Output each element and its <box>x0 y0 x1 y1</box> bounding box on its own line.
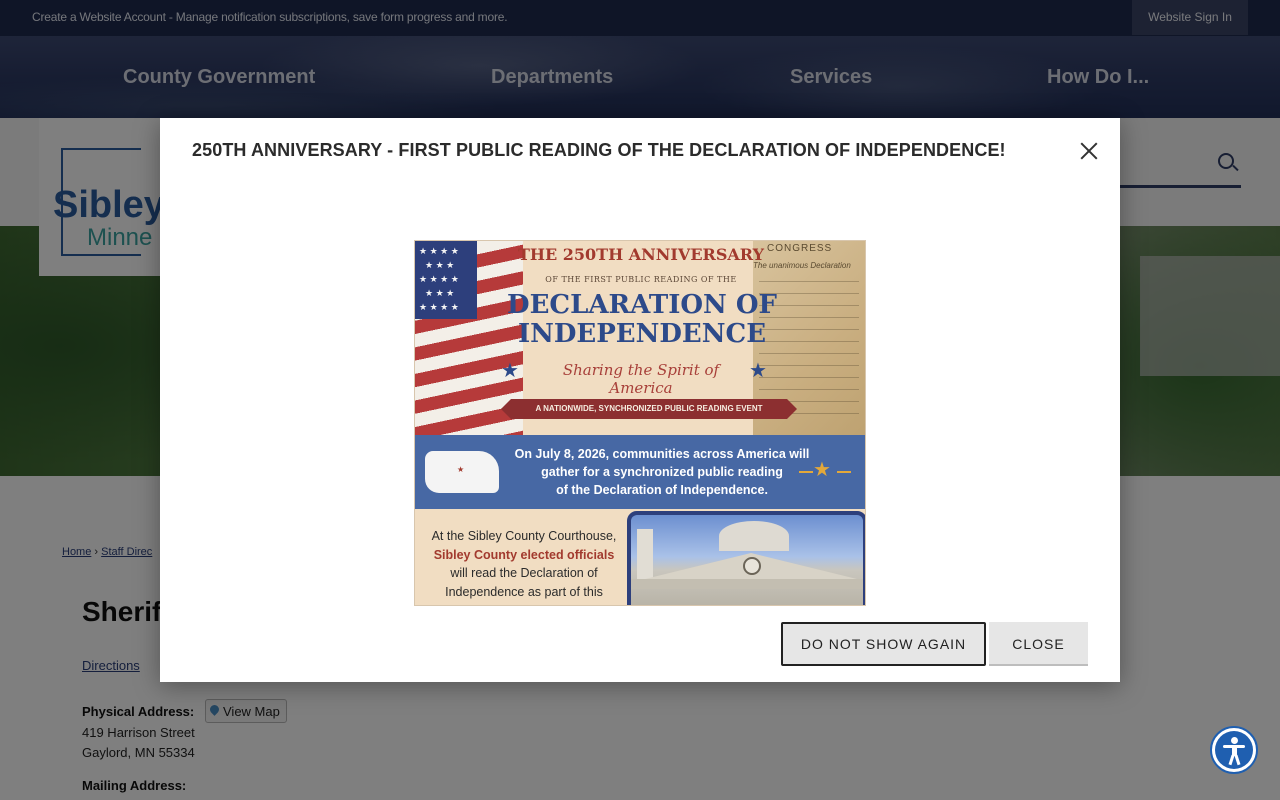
flyer-courthouse-line2: Sibley County elected officials <box>433 547 615 562</box>
star-icon: ★ <box>749 360 767 382</box>
do-not-show-again-button[interactable]: DO NOT SHOW AGAIN <box>781 622 986 666</box>
flyer-courthouse-line1: At the Sibley County Courthouse, <box>431 529 617 543</box>
flyer-courthouse-line4: Independence as part of this <box>445 584 603 599</box>
map-star-marker: ★ <box>457 465 465 474</box>
anniversary-flyer-image: ★ ★ ★ ★ ★ ★ ★ ★ ★ ★ ★ ★ ★ ★ ★ ★ ★ ★ CONG… <box>414 240 866 606</box>
accessibility-figure-leg <box>1234 754 1241 766</box>
parchment-line <box>759 281 859 282</box>
modal-title: 250TH ANNIVERSARY - FIRST PUBLIC READING… <box>192 140 1006 160</box>
close-icon[interactable] <box>1078 140 1100 162</box>
parchment-line <box>759 377 859 378</box>
flyer-event-banner: A NATIONWIDE, SYNCHRONIZED PUBLIC READIN… <box>501 399 797 419</box>
us-map-icon: ★ <box>425 451 499 493</box>
parchment-line <box>759 389 859 390</box>
courthouse-cornice <box>631 579 863 589</box>
courthouse-tower <box>637 529 653 581</box>
accessibility-icon[interactable] <box>1210 726 1258 774</box>
flyer-courthouse-line3: will read the Declaration of <box>450 566 598 580</box>
parchment-line <box>759 353 859 354</box>
flyer-date-line3: of the Declaration of Independence. <box>556 483 768 497</box>
accessibility-figure-head <box>1231 737 1238 744</box>
flyer-date-text: On July 8, 2026, communities across Amer… <box>501 445 823 499</box>
flyer-date-line1: On July 8, 2026, communities across Amer… <box>514 447 810 461</box>
flyer-heading-declaration: DECLARATION OF INDEPENDENCE <box>505 291 779 349</box>
flyer-date-band: ★ On July 8, 2026, communities across Am… <box>415 435 865 509</box>
ornament-dash <box>799 471 813 473</box>
accessibility-icon-inner <box>1215 731 1253 769</box>
flyer-script-tagline: Sharing the Spirit of America <box>562 361 720 397</box>
flyer-courthouse-text: At the Sibley County Courthouse, Sibley … <box>419 527 629 601</box>
clock-icon <box>743 557 761 575</box>
courthouse-dome <box>719 521 789 551</box>
announcement-modal: 250TH ANNIVERSARY - FIRST PUBLIC READING… <box>160 118 1120 682</box>
flag-canton: ★ ★ ★ ★ ★ ★ ★ ★ ★ ★ ★ ★ ★ ★ ★ ★ ★ ★ <box>415 241 477 319</box>
flyer-heading-anniversary: THE 250TH ANNIVERSARY <box>517 245 765 264</box>
flyer-heading-declaration-line1: DECLARATION OF <box>507 290 777 320</box>
gold-star-icon: ★ <box>813 459 831 481</box>
parchment-congress-text: CONGRESS <box>767 243 833 254</box>
parchment-line <box>759 365 859 366</box>
flyer-heading-declaration-line2: INDEPENDENCE <box>517 319 767 349</box>
ornament-dash <box>837 471 851 473</box>
close-button[interactable]: CLOSE <box>989 622 1088 666</box>
flyer-date-line2: gather for a synchronized public reading <box>541 465 783 479</box>
courthouse-photo <box>627 511 865 605</box>
flyer-subheading: OF THE FIRST PUBLIC READING OF THE <box>545 275 737 284</box>
star-icon: ★ <box>501 360 519 382</box>
accessibility-figure-leg <box>1228 754 1235 766</box>
